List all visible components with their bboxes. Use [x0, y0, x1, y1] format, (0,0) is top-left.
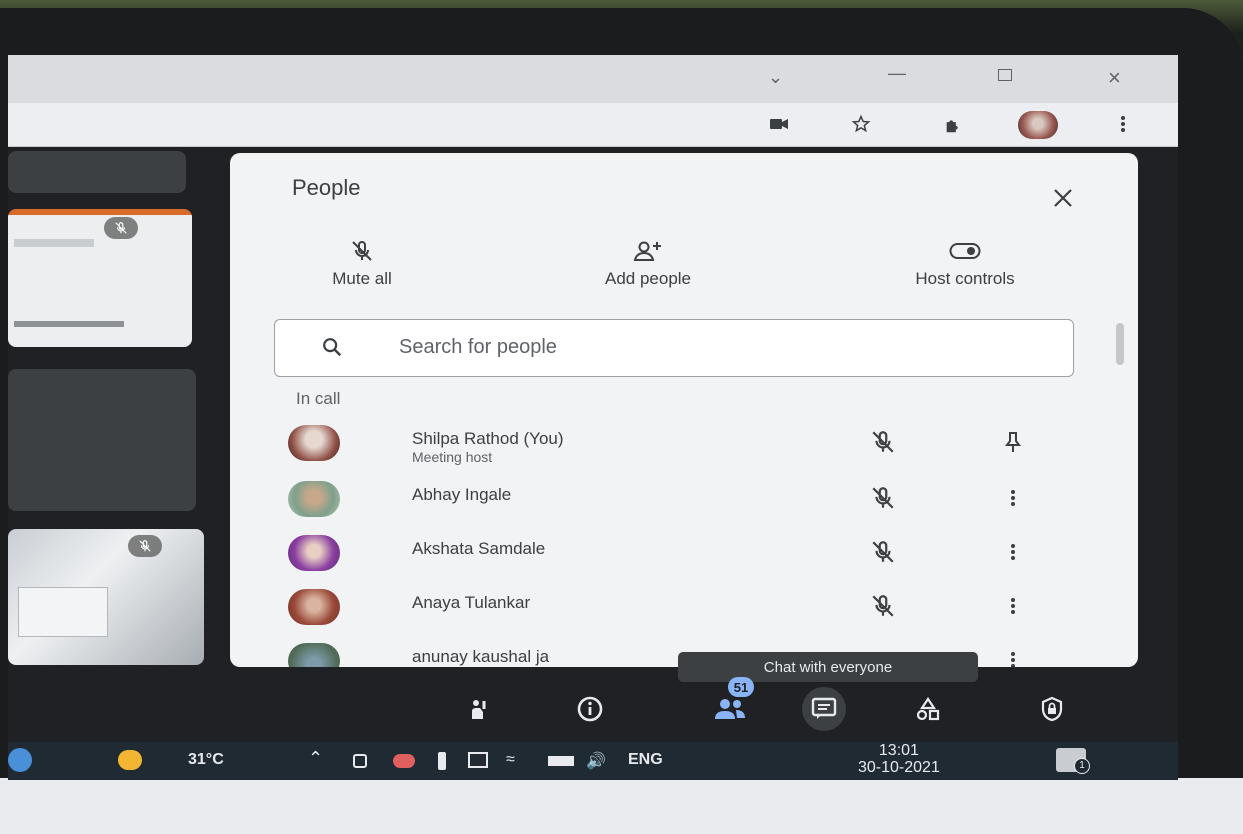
- mic-off-icon: [872, 487, 894, 509]
- panel-title: People: [292, 175, 361, 200]
- avatar: [288, 643, 340, 667]
- mic-off-icon: [872, 541, 894, 563]
- language-indicator[interactable]: ENG: [628, 751, 663, 769]
- video-tile[interactable]: [8, 151, 186, 193]
- shared-screen-content: [14, 239, 94, 247]
- participant-row[interactable]: Shilpa Rathod (You) Meeting host: [230, 419, 1138, 473]
- avatar: [288, 589, 340, 625]
- search-icon: [323, 338, 342, 357]
- raise-hand-icon: [472, 700, 486, 719]
- add-people-label: Add people: [604, 269, 692, 288]
- host-controls-shield-button[interactable]: [1030, 687, 1074, 731]
- avatar: [288, 425, 340, 461]
- notification-count: 1: [1074, 758, 1090, 774]
- more-vert-icon[interactable]: [1000, 539, 1026, 565]
- toggle-icon: [850, 233, 1080, 269]
- usb-icon[interactable]: [438, 752, 446, 770]
- info-icon: [577, 696, 603, 722]
- mute-all-label: Mute all: [332, 269, 392, 288]
- video-tile[interactable]: [8, 369, 196, 511]
- clock[interactable]: 13:01 30-10-2021: [858, 742, 940, 776]
- host-controls-icon: [1041, 696, 1063, 722]
- more-vert-icon[interactable]: [1000, 647, 1026, 667]
- person-add-icon: [548, 233, 748, 269]
- people-icon: [715, 699, 745, 719]
- weather-temp[interactable]: 31°C: [188, 751, 224, 769]
- participant-row[interactable]: Anaya Tulankar: [230, 583, 1138, 637]
- cloud-icon[interactable]: [393, 754, 415, 768]
- room-object: [18, 587, 108, 637]
- pin-icon[interactable]: [1000, 429, 1026, 455]
- host-controls-button[interactable]: Host controls: [850, 233, 1080, 289]
- notification-icon[interactable]: 1: [1056, 748, 1090, 774]
- volume-icon[interactable]: 🔊: [586, 751, 606, 771]
- shared-screen-content: [14, 321, 124, 327]
- participant-name: Abhay Ingale: [412, 485, 512, 504]
- time: 13:01: [878, 742, 919, 759]
- mute-all-button[interactable]: Mute all: [302, 233, 422, 289]
- chat-button[interactable]: [802, 687, 846, 731]
- restore-icon[interactable]: [998, 69, 1012, 81]
- screen: ⌄ — × People Mute all Add people Host co…: [8, 55, 1178, 780]
- meeting-stage: People Mute all Add people Host controls…: [8, 147, 1178, 780]
- extensions-icon[interactable]: [943, 113, 965, 135]
- browser-toolbar: [8, 103, 1178, 147]
- people-button[interactable]: [708, 687, 752, 731]
- battery-icon[interactable]: [548, 756, 574, 766]
- close-panel-button[interactable]: [1048, 183, 1078, 213]
- browser-titlebar: ⌄ — ×: [8, 55, 1178, 103]
- more-vert-icon[interactable]: [1112, 113, 1134, 135]
- mic-off-icon: [872, 595, 894, 617]
- app-icon[interactable]: [8, 748, 32, 772]
- mic-off-icon: [128, 535, 162, 557]
- mic-off-icon: [302, 233, 422, 269]
- minimize-icon[interactable]: —: [888, 63, 906, 84]
- section-label: In call: [296, 389, 341, 408]
- participant-name: Akshata Samdale: [412, 539, 546, 558]
- chevron-down-icon[interactable]: ⌄: [768, 67, 783, 88]
- video-tile[interactable]: [8, 209, 192, 347]
- star-icon[interactable]: [850, 113, 872, 135]
- raise-hand-button[interactable]: [458, 687, 502, 731]
- participant-role: Meeting host: [412, 449, 493, 465]
- people-panel: People Mute all Add people Host controls…: [230, 153, 1138, 667]
- activities-icon: [916, 697, 940, 721]
- activities-button[interactable]: [906, 687, 950, 731]
- wifi-icon[interactable]: ≈: [506, 751, 515, 769]
- chat-icon: [811, 697, 837, 719]
- avatar: [288, 481, 340, 517]
- chat-tooltip: Chat with everyone: [678, 652, 978, 682]
- info-button[interactable]: [568, 687, 612, 731]
- participant-row[interactable]: Akshata Samdale: [230, 529, 1138, 583]
- camera-icon[interactable]: [768, 113, 790, 135]
- search-input[interactable]: Search for people: [274, 319, 1074, 377]
- desk-surface: [0, 778, 1243, 834]
- mic-off-icon: [104, 217, 138, 239]
- participant-name: Anaya Tulankar: [412, 593, 531, 612]
- chevron-up-icon[interactable]: ⌃: [308, 748, 323, 769]
- participant-row[interactable]: Abhay Ingale: [230, 475, 1138, 529]
- search-placeholder: Search for people: [399, 336, 557, 358]
- more-vert-icon[interactable]: [1000, 593, 1026, 619]
- close-icon: [1054, 189, 1072, 207]
- video-tile[interactable]: [8, 529, 204, 665]
- profile-avatar[interactable]: [1018, 111, 1058, 139]
- add-people-button[interactable]: Add people: [548, 233, 748, 289]
- participant-name: Shilpa Rathod (You): [412, 429, 564, 448]
- mic-off-icon: [872, 431, 894, 453]
- host-controls-label: Host controls: [915, 269, 1015, 288]
- close-icon[interactable]: ×: [1108, 65, 1121, 91]
- meet-now-icon[interactable]: [353, 754, 367, 768]
- participant-name: anunay kaushal ja: [412, 647, 550, 666]
- avatar: [288, 535, 340, 571]
- scrollbar[interactable]: [1116, 323, 1124, 365]
- more-vert-icon[interactable]: [1000, 485, 1026, 511]
- weather-icon: [118, 750, 142, 770]
- windows-taskbar: 31°C ⌃ ≈ 🔊 ENG 13:01 30-10-2021 1: [8, 742, 1178, 780]
- date: 30-10-2021: [858, 759, 940, 776]
- display-icon[interactable]: [468, 752, 488, 768]
